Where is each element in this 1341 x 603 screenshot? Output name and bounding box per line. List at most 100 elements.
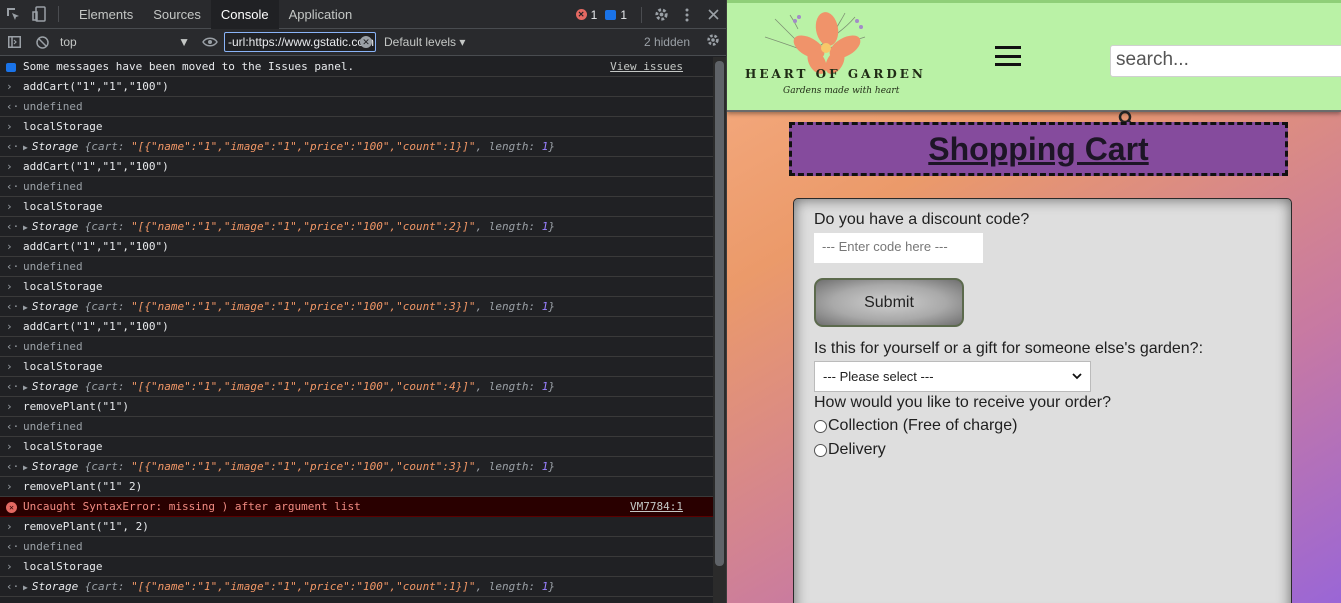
error-icon: ✕ (6, 502, 17, 513)
hidden-messages-count: 2 hidden (643, 35, 690, 49)
console-result-row: ‹· undefined (0, 177, 713, 197)
prompt-chevron-icon: › (6, 480, 13, 493)
device-toolbar-icon[interactable] (26, 0, 52, 29)
storage-object-row[interactable]: ‹· ▶ Storage {cart: "[{"name":"1","image":… (0, 377, 713, 397)
receive-question-label: How would you like to receive your order… (814, 394, 1112, 411)
scrollbar-thumb[interactable] (715, 61, 724, 566)
console-input-row: › localStorage (0, 197, 713, 217)
result-arrow-icon: ‹· (6, 540, 20, 553)
console-input-row: › localStorage (0, 557, 713, 577)
storage-object-row[interactable]: ‹· ▶ Storage {cart: "[{"name":"1","image":… (0, 457, 713, 477)
prompt-chevron-icon: › (6, 520, 13, 533)
prompt-chevron-icon: › (6, 240, 13, 253)
chevron-down-icon (1072, 373, 1082, 380)
site-logo[interactable]: HEART OF GARDEN Gardens made with heart (735, 7, 923, 105)
delivery-radio-option[interactable]: Delivery (814, 441, 886, 459)
expand-triangle-icon[interactable]: ▶ (23, 143, 28, 152)
clear-console-icon[interactable] (28, 29, 56, 56)
gift-question-label: Is this for yourself or a gift for someo… (814, 340, 1204, 357)
console-input-row: › addCart("1","1","100") (0, 317, 713, 337)
more-options-icon[interactable] (674, 0, 700, 29)
storage-object-row[interactable]: ‹· ▶ Storage {cart: "[{"name":"1","image":… (0, 577, 713, 597)
console-settings-icon[interactable] (706, 33, 720, 51)
gift-select[interactable]: --- Please select --- (814, 361, 1091, 392)
hamburger-menu-icon[interactable] (995, 43, 1021, 69)
storage-object-row[interactable]: ‹· ▶ Storage {cart: "[{"name":"1","image":… (0, 297, 713, 317)
expand-triangle-icon[interactable]: ▶ (23, 383, 28, 392)
prompt-chevron-icon: › (6, 280, 13, 293)
result-arrow-icon: ‹· (6, 300, 20, 313)
storage-object-row[interactable]: ‹· ▶ Storage {cart: "[{"name":"1","image":… (0, 137, 713, 157)
console-result-row: ‹· undefined (0, 417, 713, 437)
page-title: Shopping Cart (928, 130, 1149, 167)
search-input[interactable]: search... (1110, 45, 1341, 77)
console-filter-input[interactable]: -url:https://www.gstatic.com ✕ (224, 32, 376, 52)
console-input-row: › removePlant("1") (0, 397, 713, 417)
error-icon: ✕ (575, 9, 587, 20)
console-filterbar: top ▼ -url:https://www.gstatic.com ✕ Def… (0, 29, 726, 56)
console-input-row: › addCart("1","1","100") (0, 237, 713, 257)
console-input-row: › addCart("1","1","100") (0, 157, 713, 177)
context-select[interactable]: top ▼ (56, 32, 196, 52)
checkout-form: Do you have a discount code? --- Enter c… (793, 198, 1292, 603)
tab-elements[interactable]: Elements (69, 0, 143, 29)
result-arrow-icon: ‹· (6, 460, 20, 473)
clear-filter-icon[interactable]: ✕ (360, 36, 372, 48)
prompt-chevron-icon: › (6, 200, 13, 213)
prompt-chevron-icon: › (6, 400, 13, 413)
console-log: Some messages have been moved to the Iss… (0, 57, 713, 603)
tabbar-divider (641, 6, 642, 23)
error-source-link[interactable]: VM7784:1 (630, 497, 683, 516)
error-count-badge[interactable]: ✕ 1 (575, 8, 597, 22)
issue-icon (605, 9, 617, 20)
tab-sources[interactable]: Sources (143, 0, 211, 29)
expand-triangle-icon[interactable]: ▶ (23, 463, 28, 472)
console-input-row: › removePlant("1" 2) (0, 477, 713, 497)
console-result-row: ‹· undefined (0, 537, 713, 557)
settings-gear-icon[interactable] (648, 0, 674, 29)
close-devtools-icon[interactable] (700, 0, 726, 29)
submit-button[interactable]: Submit (814, 278, 964, 327)
dropdown-arrow-icon: ▾ (459, 35, 466, 49)
devtools-panel: Elements Sources Console Application ✕ 1… (0, 0, 727, 603)
site-header: HEART OF GARDEN Gardens made with heart … (727, 0, 1341, 112)
result-arrow-icon: ‹· (6, 380, 20, 393)
prompt-chevron-icon: › (6, 80, 13, 93)
prompt-chevron-icon: › (6, 320, 13, 333)
expand-triangle-icon[interactable]: ▶ (23, 223, 28, 232)
storage-object-row[interactable]: ‹· ▶ Storage {cart: "[{"name":"1","image":… (0, 217, 713, 237)
prompt-chevron-icon: › (6, 160, 13, 173)
prompt-chevron-icon: › (6, 440, 13, 453)
view-issues-link[interactable]: View issues (610, 57, 683, 76)
expand-triangle-icon[interactable]: ▶ (23, 583, 28, 592)
discount-code-input[interactable]: --- Enter code here --- (814, 233, 983, 263)
delivery-radio[interactable] (814, 443, 827, 457)
dropdown-arrow-icon: ▼ (178, 35, 190, 49)
console-info-row: Some messages have been moved to the Iss… (0, 57, 713, 77)
collection-radio[interactable] (814, 419, 827, 433)
live-expression-eye-icon[interactable] (196, 29, 224, 56)
log-levels-dropdown[interactable]: Default levels ▾ (384, 35, 465, 49)
result-arrow-icon: ‹· (6, 580, 20, 593)
expand-triangle-icon[interactable]: ▶ (23, 303, 28, 312)
console-input-row: › addCart("1","1","100") (0, 77, 713, 97)
console-input-row: › localStorage (0, 357, 713, 377)
tab-application[interactable]: Application (279, 0, 363, 29)
result-arrow-icon: ‹· (6, 340, 20, 353)
result-arrow-icon: ‹· (6, 420, 20, 433)
console-scrollbar[interactable] (713, 57, 726, 603)
tab-console[interactable]: Console (210, 0, 279, 29)
prompt-chevron-icon: › (6, 560, 13, 573)
console-input-row: › removePlant("1", 2) (0, 517, 713, 537)
discount-question-label: Do you have a discount code? (814, 211, 1030, 228)
collection-radio-option[interactable]: Collection (Free of charge) (814, 417, 1017, 435)
result-arrow-icon: ‹· (6, 260, 20, 273)
issues-count-badge[interactable]: 1 (605, 8, 627, 22)
inspect-element-icon[interactable] (0, 0, 26, 29)
sidebar-toggle-icon[interactable] (0, 29, 28, 56)
result-arrow-icon: ‹· (6, 140, 20, 153)
devtools-tabbar: Elements Sources Console Application ✕ 1… (0, 0, 726, 29)
collection-radio-label: Collection (Free of charge) (828, 417, 1018, 434)
console-error-row: ✕ Uncaught SyntaxError: missing ) after … (0, 497, 713, 517)
delivery-radio-label: Delivery (828, 441, 886, 458)
